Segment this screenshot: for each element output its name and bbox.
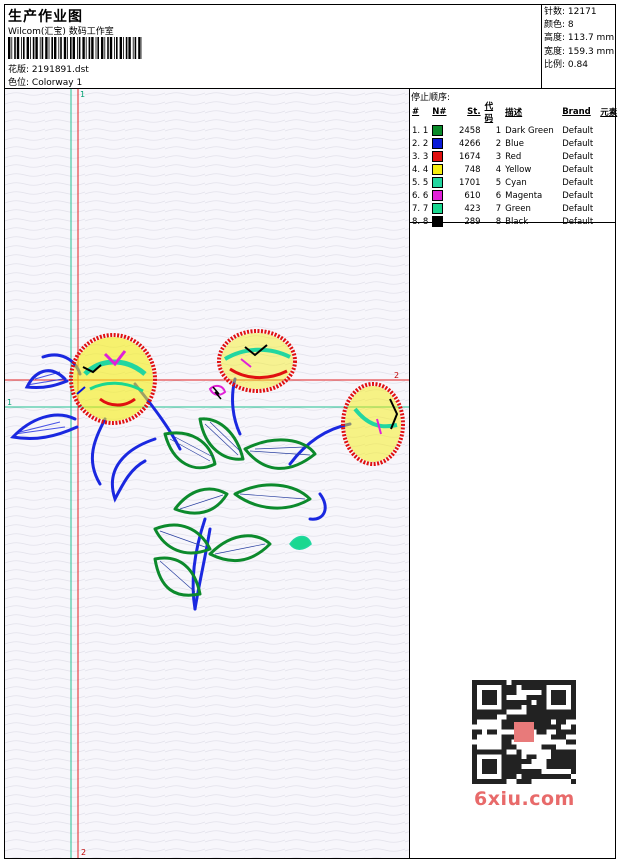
row-index: 3. 3 [412,151,429,162]
description: Red [505,151,522,162]
column-header: N# [432,107,447,117]
stats-panel: 针数: 12171 颜色: 8 高度: 113.7 mm 宽度: 159.3 m… [544,6,614,72]
column-header: Brand [562,107,591,117]
column-header: 描述 [505,108,523,118]
color-swatch-cell [430,137,452,150]
brand: Default [562,203,594,214]
embroidery-drawing: 2 1 1 2 [5,89,409,858]
element [598,202,620,215]
color-swatch-cell [430,163,452,176]
colorway-value: Colorway 1 [31,78,83,88]
row-index: 2. 2 [412,138,429,149]
table-row: 5. 5 1701 5 Cyan Default [410,176,620,189]
table-row: 1. 1 2458 1 Dark Green Default [410,124,620,137]
row-index: 5. 5 [412,177,429,188]
code: 3 [495,151,502,162]
stat-scale: 比例: 0.84 [544,59,588,70]
code: 2 [495,138,502,149]
brand: Default [562,164,594,175]
column-header: # [412,107,420,117]
stitch-count: 610 [464,190,481,201]
table-row: 7. 7 423 7 Green Default [410,202,620,215]
code: 1 [495,125,502,136]
color-swatch [432,164,444,175]
design-preview: 2 1 1 2 [5,89,409,858]
description: Green [505,203,531,214]
stats-divider [541,4,542,89]
stitch-count: 1701 [458,177,481,188]
description: Yellow [505,164,532,175]
column-header: St. [467,107,481,117]
element [598,189,620,202]
marker-bottom: 2 [81,848,86,857]
table-divider [410,222,615,223]
stop-sequence-table: # N# St. 代码 描述 Brand 元素 1. 1 2458 1 Dark Green Def… [410,100,620,228]
element [598,176,620,189]
marker-top: 1 [80,90,85,99]
column-header: 元素 [600,108,618,118]
code: 6 [495,190,502,201]
color-swatch [432,151,444,162]
stitch-count: 1674 [458,151,481,162]
element [598,137,620,150]
element [598,150,620,163]
table-row: 3. 3 1674 3 Red Default [410,150,620,163]
qr-code [472,680,576,784]
stat-height: 高度: 113.7 mm [544,33,615,44]
color-swatch-cell [430,124,452,137]
element [598,163,620,176]
brand: Default [562,138,594,149]
table-row: 2. 2 4266 2 Blue Default [410,137,620,150]
stat-colors: 颜色: 8 [544,20,574,31]
table-row: 6. 6 610 6 Magenta Default [410,189,620,202]
description: Cyan [505,177,527,188]
stitch-count: 4266 [458,138,481,149]
brand: Default [562,177,594,188]
code: 5 [495,177,502,188]
color-swatch [432,177,444,188]
marker-red-h: 2 [394,371,399,380]
description: Dark Green [505,125,554,136]
page-title: 生产作业图 [8,9,83,25]
description: Magenta [505,190,543,201]
colorway: 色位: Colorway 1 [8,78,83,88]
color-swatch-cell [430,202,452,215]
stitch-count: 423 [464,203,481,214]
color-swatch [432,125,444,136]
row-index: 7. 7 [412,203,429,214]
barcode [8,37,142,59]
element [598,124,620,137]
color-swatch [432,190,444,201]
column-header: 代码 [484,102,494,124]
company-name: Wilcom(汇宝) 数码工作室 [8,27,114,37]
color-swatch [432,138,444,149]
watermark-logo: 6xiu.com [474,788,575,810]
pattern-file-value: 2191891.dst [31,65,89,75]
stat-stitches: 针数: 12171 [544,7,597,17]
stitch-count: 748 [464,164,481,175]
stat-width: 宽度: 159.3 mm [544,46,615,57]
pattern-file: 花版: 2191891.dst [8,65,89,75]
table-row: 4. 4 748 4 Yellow Default [410,163,620,176]
color-swatch-cell [430,176,452,189]
color-swatch [432,203,444,214]
brand: Default [562,125,594,136]
marker-green-h: 1 [7,398,12,407]
code: 7 [495,203,502,214]
color-swatch-cell [430,189,452,202]
brand: Default [562,151,594,162]
row-index: 4. 4 [412,164,429,175]
row-index: 1. 1 [412,125,429,136]
color-swatch-cell [430,150,452,163]
stitch-count: 2458 [458,125,481,136]
brand: Default [562,190,594,201]
code: 4 [495,164,502,175]
description: Blue [505,138,524,149]
row-index: 6. 6 [412,190,429,201]
